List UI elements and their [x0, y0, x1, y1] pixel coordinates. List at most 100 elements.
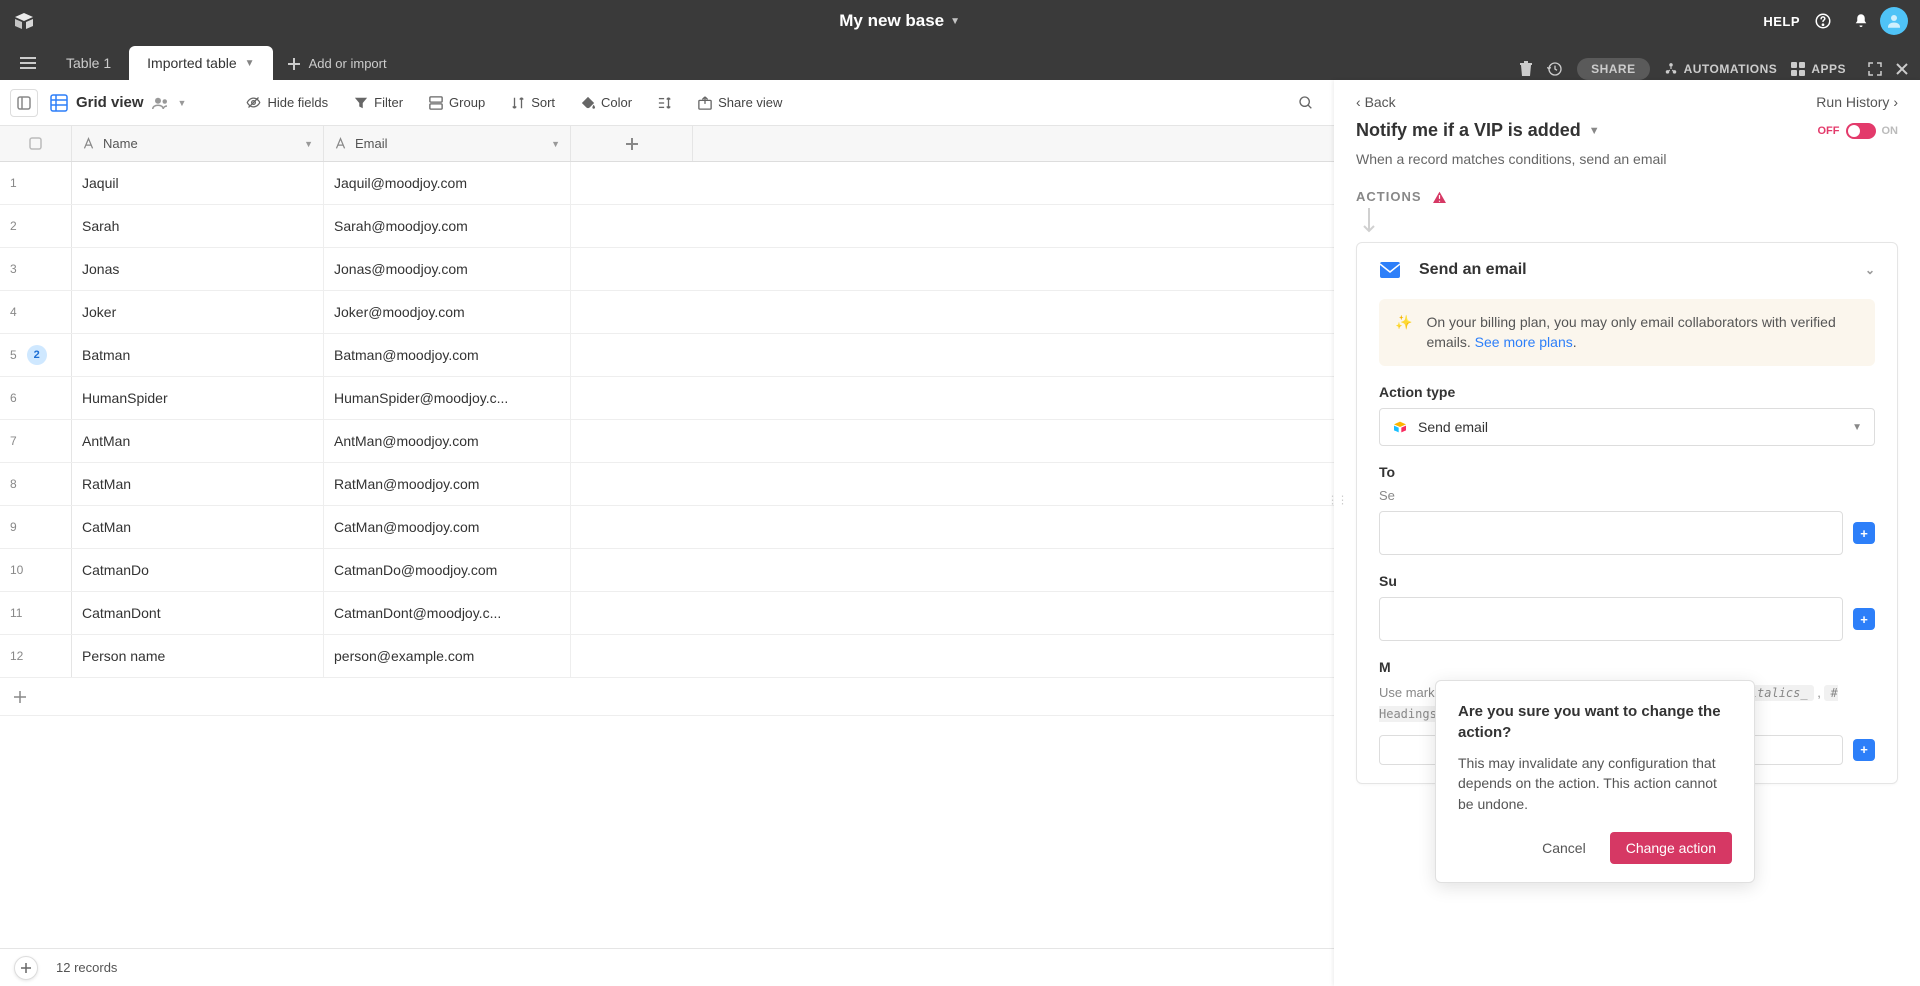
color-label: Color [601, 95, 632, 110]
filter-button[interactable]: Filter [344, 89, 413, 116]
chevron-down-icon[interactable]: ▼ [551, 139, 560, 149]
confirm-modal: Are you sure you want to change the acti… [1435, 680, 1755, 883]
table-row[interactable]: 6 HumanSpider HumanSpider@moodjoy.c... [0, 377, 1334, 420]
table-row[interactable]: 10 CatmanDo CatmanDo@moodjoy.com [0, 549, 1334, 592]
select-all-checkbox[interactable] [0, 126, 72, 161]
automations-button[interactable]: AUTOMATIONS [1664, 62, 1778, 76]
cancel-button[interactable]: Cancel [1526, 832, 1602, 864]
cell-email[interactable]: CatmanDo@moodjoy.com [324, 549, 571, 591]
chevron-down-icon[interactable]: ▼ [304, 139, 313, 149]
automation-title[interactable]: Notify me if a VIP is added ▼ [1356, 120, 1600, 141]
table-row[interactable]: 2 Sarah Sarah@moodjoy.com [0, 205, 1334, 248]
cell-email[interactable]: person@example.com [324, 635, 571, 677]
action-header[interactable]: Send an email ⌄ [1379, 261, 1875, 279]
add-table-button[interactable]: Add or import [273, 47, 401, 80]
table-row[interactable]: 52 Batman Batman@moodjoy.com [0, 334, 1334, 377]
cell-name[interactable]: Joker [72, 291, 324, 333]
cell-email[interactable]: Joker@moodjoy.com [324, 291, 571, 333]
help-link[interactable]: HELP [1763, 14, 1800, 29]
apps-button[interactable]: APPS [1791, 62, 1846, 76]
cell-name[interactable]: CatMan [72, 506, 324, 548]
cell-email[interactable]: CatmanDont@moodjoy.c... [324, 592, 571, 634]
cell-email[interactable]: RatMan@moodjoy.com [324, 463, 571, 505]
table-row[interactable]: 1 Jaquil Jaquil@moodjoy.com [0, 162, 1334, 205]
chevron-down-icon: ▼ [1589, 125, 1600, 137]
tab-table-1[interactable]: Table 1 [48, 46, 129, 80]
cell-email[interactable]: Jonas@moodjoy.com [324, 248, 571, 290]
drag-handle-icon[interactable]: ⋮⋮ [1327, 494, 1347, 507]
group-button[interactable]: Group [419, 89, 495, 116]
view-name[interactable]: Grid view ▼ [50, 94, 186, 112]
share-button[interactable]: SHARE [1577, 58, 1650, 80]
table-row[interactable]: 3 Jonas Jonas@moodjoy.com [0, 248, 1334, 291]
chevron-down-icon[interactable]: ⌄ [1865, 263, 1875, 277]
filter-label: Filter [374, 95, 403, 110]
automation-toggle[interactable]: OFF ON [1818, 123, 1899, 139]
to-input[interactable] [1379, 511, 1843, 555]
cell-email[interactable]: Sarah@moodjoy.com [324, 205, 571, 247]
automation-pane: ⋮⋮ ‹ Back Run History › Notify me if a V… [1334, 80, 1920, 986]
menu-icon[interactable] [8, 46, 48, 80]
history-icon[interactable] [1547, 61, 1563, 77]
sort-button[interactable]: Sort [501, 89, 565, 116]
base-title[interactable]: My new base ▼ [36, 11, 1763, 31]
cell-email[interactable]: AntMan@moodjoy.com [324, 420, 571, 462]
table-row[interactable]: 7 AntMan AntMan@moodjoy.com [0, 420, 1334, 463]
column-header-email[interactable]: Email ▼ [324, 126, 571, 161]
cell-email[interactable]: Batman@moodjoy.com [324, 334, 571, 376]
bell-icon[interactable] [1852, 12, 1870, 30]
back-button[interactable]: ‹ Back [1356, 94, 1396, 110]
share-view-button[interactable]: Share view [688, 89, 792, 116]
add-token-button[interactable]: + [1853, 739, 1875, 761]
action-type-select[interactable]: Send email ▼ [1379, 408, 1875, 446]
search-button[interactable] [1288, 89, 1324, 117]
cell-email[interactable]: CatMan@moodjoy.com [324, 506, 571, 548]
row-height-button[interactable] [648, 90, 682, 116]
row-number: 10 [0, 549, 72, 591]
avatar[interactable] [1880, 7, 1908, 35]
change-action-button[interactable]: Change action [1610, 832, 1732, 864]
comment-badge[interactable]: 2 [27, 345, 47, 365]
cell-name[interactable]: Jonas [72, 248, 324, 290]
table-row[interactable]: 8 RatMan RatMan@moodjoy.com [0, 463, 1334, 506]
logo-icon[interactable] [12, 9, 36, 33]
hide-fields-button[interactable]: Hide fields [236, 89, 338, 116]
run-history-button[interactable]: Run History › [1816, 94, 1898, 110]
cell-name[interactable]: Jaquil [72, 162, 324, 204]
cell-email[interactable]: Jaquil@moodjoy.com [324, 162, 571, 204]
help-icon[interactable] [1814, 12, 1832, 30]
cell-email[interactable]: HumanSpider@moodjoy.c... [324, 377, 571, 419]
cell-name[interactable]: Sarah [72, 205, 324, 247]
add-token-button[interactable]: + [1853, 522, 1875, 544]
footer-add-button[interactable] [14, 956, 38, 980]
row-number: 2 [0, 205, 72, 247]
add-row-button[interactable] [0, 678, 1334, 716]
table-row[interactable]: 4 Joker Joker@moodjoy.com [0, 291, 1334, 334]
sidebar-toggle[interactable] [10, 89, 38, 117]
cell-name[interactable]: HumanSpider [72, 377, 324, 419]
add-token-button[interactable]: + [1853, 608, 1875, 630]
table-row[interactable]: 11 CatmanDont CatmanDont@moodjoy.c... [0, 592, 1334, 635]
tab-imported-table[interactable]: Imported table ▼ [129, 46, 272, 80]
cell-name[interactable]: CatmanDont [72, 592, 324, 634]
action-type-value: Send email [1418, 419, 1488, 435]
tab-label: Table 1 [66, 55, 111, 71]
see-plans-link[interactable]: See more plans [1475, 334, 1573, 350]
add-column-button[interactable] [571, 126, 693, 161]
table-row[interactable]: 9 CatMan CatMan@moodjoy.com [0, 506, 1334, 549]
cell-name[interactable]: AntMan [72, 420, 324, 462]
trash-icon[interactable] [1519, 61, 1533, 77]
column-header-name[interactable]: Name ▼ [72, 126, 324, 161]
cell-name[interactable]: Batman [72, 334, 324, 376]
row-number: 9 [0, 506, 72, 548]
cell-name[interactable]: Person name [72, 635, 324, 677]
subject-input[interactable] [1379, 597, 1843, 641]
cell-name[interactable]: RatMan [72, 463, 324, 505]
close-icon[interactable] [1896, 63, 1908, 75]
table-row[interactable]: 12 Person name person@example.com [0, 635, 1334, 678]
hide-fields-label: Hide fields [267, 95, 328, 110]
cell-name[interactable]: CatmanDo [72, 549, 324, 591]
color-button[interactable]: Color [571, 89, 642, 116]
expand-icon[interactable] [1868, 62, 1882, 76]
table-header: Name ▼ Email ▼ [0, 126, 1334, 162]
